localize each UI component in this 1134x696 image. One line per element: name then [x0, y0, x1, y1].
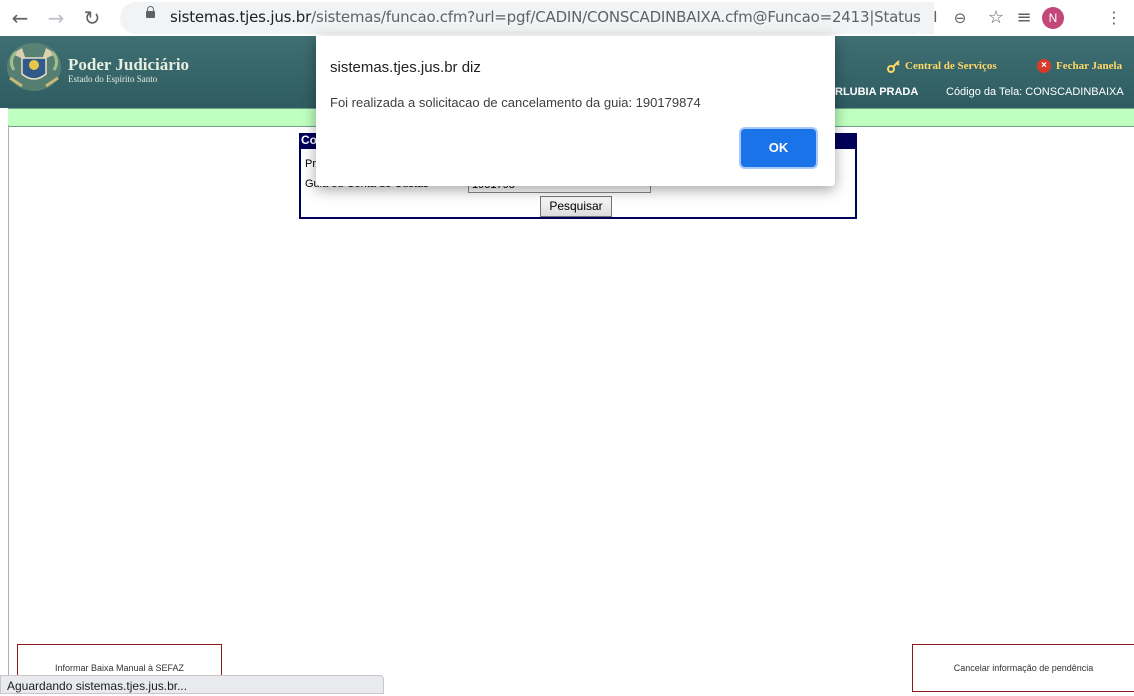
page-left-border	[8, 125, 9, 694]
url-text[interactable]: sistemas.tjes.jus.br/sistemas/funcao.cfm…	[170, 8, 938, 26]
process-label: Pr	[305, 158, 316, 170]
panel-title: Co	[301, 133, 317, 147]
ok-button[interactable]: OK	[741, 129, 816, 167]
central-servicos-link[interactable]: Central de Serviços	[905, 60, 997, 72]
search-button[interactable]: Pesquisar	[540, 196, 612, 217]
key-icon	[887, 59, 901, 73]
screen-code: Código da Tela: CONSCADINBAIXA	[946, 86, 1124, 98]
brand-title: Poder Judiciário	[68, 55, 190, 74]
reading-list-icon[interactable]: ≡	[1012, 6, 1036, 30]
loading-status: Aguardando sistemas.tjes.jus.br...	[0, 675, 384, 694]
coat-of-arms-logo	[7, 43, 61, 91]
screen-code-text: Código da Tela: CONSCADINBAIXA	[946, 86, 1124, 98]
dialog-title: sistemas.tjes.jus.br diz	[330, 59, 481, 76]
close-circle-icon[interactable]: ×	[1037, 59, 1051, 73]
cancelar-pendencia-button[interactable]: Cancelar informação de pendência	[912, 644, 1134, 692]
menu-icon[interactable]: ⋮	[1102, 6, 1126, 30]
url-path: /sistemas/funcao.cfm?url=pgf/CADIN/CONSC…	[311, 8, 938, 26]
brand-subtitle: Estado do Espírito Santo	[68, 74, 158, 84]
url-host: sistemas.tjes.jus.br	[170, 8, 312, 26]
back-arrow-icon[interactable]: ←	[8, 6, 32, 30]
profile-avatar[interactable]: N	[1042, 7, 1064, 29]
zoom-icon[interactable]: ⊖	[948, 6, 972, 30]
forward-arrow-icon[interactable]: →	[44, 6, 68, 30]
reload-icon[interactable]: ↻	[80, 6, 104, 30]
user-name: RLUBIA PRADA	[835, 86, 919, 98]
dialog-message: Foi realizada a solicitacao de cancelame…	[330, 95, 701, 110]
url-fade	[920, 2, 934, 34]
fechar-janela-link[interactable]: Fechar Janela	[1056, 60, 1122, 72]
star-icon[interactable]: ☆	[984, 6, 1008, 30]
lock-icon[interactable]	[146, 6, 155, 18]
